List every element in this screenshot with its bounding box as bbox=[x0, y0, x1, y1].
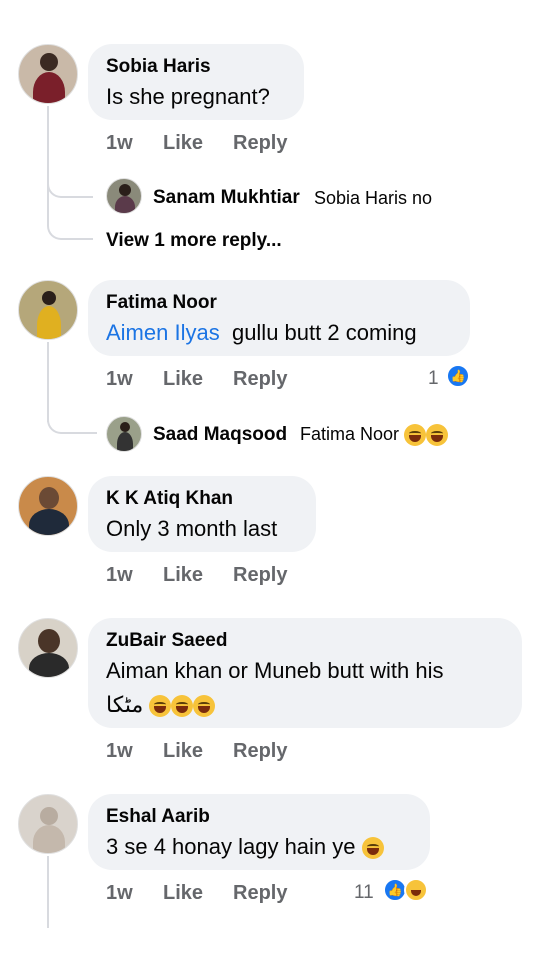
reply-text: Sobia Haris no bbox=[314, 188, 433, 208]
comment-author[interactable]: Sobia Haris bbox=[106, 56, 211, 78]
like-button[interactable]: Like bbox=[163, 132, 203, 155]
reply-text-body: Fatima Noor bbox=[300, 424, 400, 444]
thread-connector bbox=[47, 168, 93, 198]
comment-text-body: 3 se 4 honay lagy hain ye bbox=[106, 834, 356, 859]
timestamp[interactable]: 1w bbox=[106, 564, 133, 587]
like-button[interactable]: Like bbox=[163, 564, 203, 587]
thread-line bbox=[47, 106, 49, 226]
comment-text-body: gullu butt 2 coming bbox=[231, 320, 417, 345]
reply-button[interactable]: Reply bbox=[233, 564, 287, 587]
urdu-word: مٹکا bbox=[106, 692, 144, 717]
comment-text: 3 se 4 honay lagy hain ye bbox=[106, 834, 384, 860]
avatar[interactable] bbox=[106, 416, 142, 452]
comment-text: Only 3 month last bbox=[106, 516, 278, 541]
reply-author[interactable]: Saad Maqsood bbox=[153, 424, 287, 446]
comment-author[interactable]: K K Atiq Khan bbox=[106, 488, 233, 510]
like-button[interactable]: Like bbox=[163, 882, 203, 905]
timestamp[interactable]: 1w bbox=[106, 132, 133, 155]
comment-author[interactable]: Eshal Aarib bbox=[106, 806, 210, 828]
reaction-count[interactable]: 1 bbox=[428, 368, 439, 390]
view-more-replies[interactable]: View 1 more reply... bbox=[106, 230, 282, 252]
timestamp[interactable]: 1w bbox=[106, 740, 133, 763]
reply-author[interactable]: Sanam Mukhtiar bbox=[153, 187, 300, 209]
like-reaction-icon[interactable]: 👍 bbox=[446, 364, 470, 388]
laughing-emoji-icon bbox=[361, 837, 384, 860]
avatar[interactable] bbox=[18, 618, 78, 678]
comment-author[interactable]: Fatima Noor bbox=[106, 292, 217, 314]
thread-connector bbox=[47, 404, 97, 434]
timestamp[interactable]: 1w bbox=[106, 882, 133, 905]
avatar[interactable] bbox=[18, 44, 78, 104]
laughing-emoji-icon bbox=[193, 695, 216, 718]
comment-text-line2: مٹکا bbox=[106, 692, 216, 718]
like-button[interactable]: Like bbox=[163, 740, 203, 763]
laughing-emoji-icon bbox=[149, 695, 172, 718]
laughing-emoji-icon bbox=[171, 695, 194, 718]
avatar[interactable] bbox=[18, 280, 78, 340]
avatar[interactable] bbox=[18, 476, 78, 536]
laughing-emoji-icon bbox=[426, 424, 449, 447]
reaction-count[interactable]: 11 bbox=[354, 882, 374, 904]
comment-text: Aimen Ilyas gullu butt 2 coming bbox=[106, 320, 417, 346]
reply-button[interactable]: Reply bbox=[233, 132, 287, 155]
avatar[interactable] bbox=[106, 178, 142, 214]
laughing-emoji-icon bbox=[404, 424, 427, 447]
thread-connector bbox=[47, 212, 93, 240]
timestamp[interactable]: 1w bbox=[106, 368, 133, 391]
reply-text: Fatima Noor bbox=[300, 424, 449, 447]
thread-line bbox=[47, 856, 49, 928]
reply-button[interactable]: Reply bbox=[233, 368, 287, 391]
comment-author[interactable]: ZuBair Saeed bbox=[106, 630, 227, 652]
like-button[interactable]: Like bbox=[163, 368, 203, 391]
avatar[interactable] bbox=[18, 794, 78, 854]
comment-text: Is she pregnant? bbox=[106, 84, 270, 109]
comment-text: Aiman khan or Muneb butt with his bbox=[106, 658, 444, 683]
haha-reaction-icon[interactable] bbox=[404, 878, 428, 902]
reply-button[interactable]: Reply bbox=[233, 882, 287, 905]
mention-link[interactable]: Aimen Ilyas bbox=[106, 320, 220, 345]
reply-button[interactable]: Reply bbox=[233, 740, 287, 763]
